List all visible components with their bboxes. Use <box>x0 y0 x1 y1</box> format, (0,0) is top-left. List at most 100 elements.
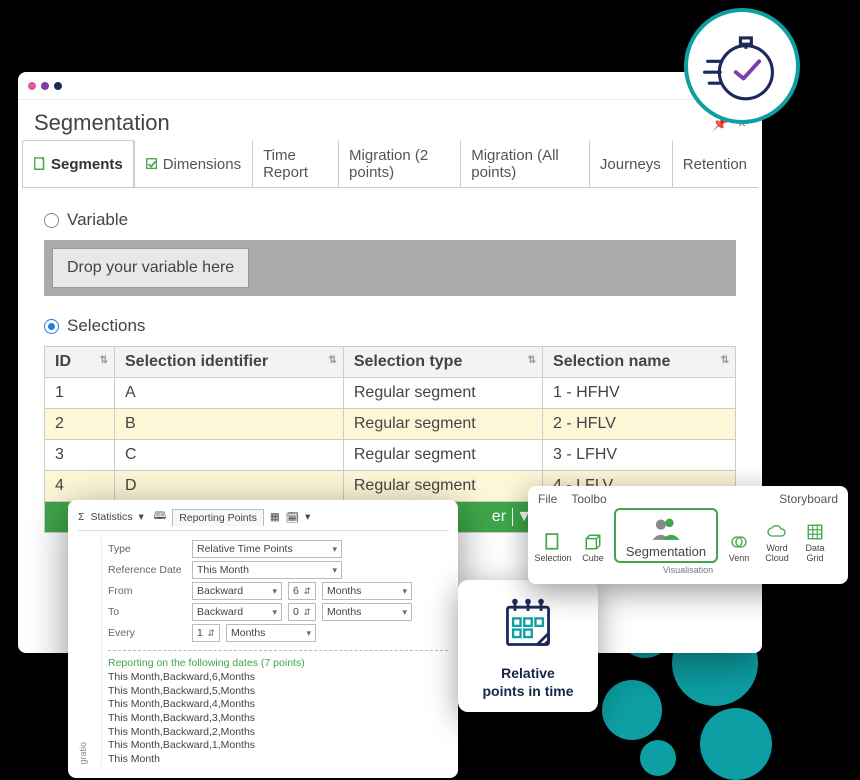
from-unit-select[interactable]: Months▾ <box>322 582 412 600</box>
sort-icon: ⇅ <box>721 355 729 366</box>
window-dot <box>41 82 49 90</box>
reporting-points-tab[interactable]: Reporting Points <box>172 509 264 526</box>
select-value: Months <box>327 585 361 597</box>
ribbon-label: Data Grid <box>800 544 830 563</box>
stopwatch-icon <box>703 27 781 105</box>
table-row[interactable]: 3CRegular segment3 - LFHV <box>45 440 736 471</box>
select-value: This Month <box>197 564 249 576</box>
to-dir-select[interactable]: Backward▾ <box>192 603 282 621</box>
window-dot <box>28 82 36 90</box>
cell-id: 4 <box>45 471 115 502</box>
col-label: Selection name <box>553 353 670 370</box>
grid-icon <box>805 522 825 542</box>
from-n-input[interactable]: 6⇵ <box>288 582 316 600</box>
tab-migration-all[interactable]: Migration (All points) <box>460 140 589 187</box>
field-label: Every <box>108 627 186 639</box>
ribbon-label: Segmentation <box>626 544 706 559</box>
report-dates-list: This Month,Backward,6,Months This Month,B… <box>108 671 448 766</box>
cell-id: 2 <box>45 409 115 440</box>
tab-label: Segments <box>51 156 123 173</box>
ribbon-label: Cube <box>582 554 604 563</box>
sort-icon: ⇅ <box>528 355 536 366</box>
calendar-icon[interactable]: 🗓 <box>286 511 299 524</box>
report-date-item: This Month,Backward,6,Months <box>108 671 448 685</box>
ribbon-item-selection[interactable]: Selection <box>534 532 572 563</box>
reporting-points-panel: Σ Statistics ▾ 🕮 Reporting Points ▦ 🗓 ▾ … <box>68 500 458 778</box>
chevron-down-icon: ▾ <box>139 511 144 523</box>
field-label: To <box>108 606 186 618</box>
venn-icon <box>729 532 749 552</box>
table-row[interactable]: 2BRegular segment2 - HFLV <box>45 409 736 440</box>
select-value: Months <box>327 606 361 618</box>
ribbon-tab-storyboard[interactable]: Storyboard <box>779 492 838 506</box>
ribbon-tab-toolbox[interactable]: Toolbo <box>571 492 606 506</box>
radio-icon <box>44 319 59 334</box>
sort-icon: ⇅ <box>328 355 336 366</box>
cube-icon <box>583 532 603 552</box>
tab-label: Migration (2 points) <box>349 147 449 181</box>
every-n-input[interactable]: 1⇵ <box>192 624 220 642</box>
calendar-points-icon <box>500 596 556 652</box>
tab-journeys[interactable]: Journeys <box>589 140 672 187</box>
radio-selections[interactable]: Selections <box>44 316 736 336</box>
to-unit-select[interactable]: Months▾ <box>322 603 412 621</box>
input-value: 0 <box>293 606 299 618</box>
tab-migration-2[interactable]: Migration (2 points) <box>338 140 460 187</box>
report-list-heading: Reporting on the following dates (7 poin… <box>108 650 448 669</box>
tab-segments[interactable]: Segments <box>22 140 134 187</box>
segmentation-icon <box>649 514 683 542</box>
sort-icon: ⇅ <box>100 355 108 366</box>
ribbon-item-wordcloud[interactable]: Word Cloud <box>760 522 794 563</box>
cell-type: Regular segment <box>343 471 542 502</box>
ribbon-item-cube[interactable]: Cube <box>578 532 608 563</box>
type-select[interactable]: Relative Time Points▾ <box>192 540 342 558</box>
radio-label: Variable <box>67 210 128 230</box>
card-title-line: Relative <box>501 665 555 681</box>
col-label: Selection identifier <box>125 353 268 370</box>
from-dir-select[interactable]: Backward▾ <box>192 582 282 600</box>
ribbon-item-datagrid[interactable]: Data Grid <box>800 522 830 563</box>
ribbon-item-segmentation[interactable]: Segmentation <box>614 508 718 563</box>
col-ident[interactable]: Selection identifier ⇅ <box>115 347 344 378</box>
cell-type: Regular segment <box>343 409 542 440</box>
report-date-item: This Month <box>108 753 448 767</box>
ribbon-label: Venn <box>729 554 750 563</box>
report-date-item: This Month,Backward,2,Months <box>108 726 448 740</box>
refdate-select[interactable]: This Month▾ <box>192 561 342 579</box>
select-value: Months <box>231 627 265 639</box>
tab-label: Journeys <box>600 156 661 173</box>
col-label: Selection type <box>354 353 462 370</box>
table-row[interactable]: 1ARegular segment1 - HFHV <box>45 378 736 409</box>
col-type[interactable]: Selection type ⇅ <box>343 347 542 378</box>
tab-label: Migration (All points) <box>471 147 578 181</box>
tab-time-report[interactable]: Time Report <box>252 140 338 187</box>
cloud-icon <box>767 522 787 542</box>
cell-ident: A <box>115 378 344 409</box>
radio-label: Selections <box>67 316 145 336</box>
col-id[interactable]: ID⇅ <box>45 347 115 378</box>
stats-label[interactable]: Statistics <box>91 511 133 523</box>
variable-dropzone[interactable]: Drop your variable here <box>52 248 249 288</box>
card-title-line: points in time <box>483 683 574 699</box>
select-value: Relative Time Points <box>197 543 293 555</box>
select-value: Backward <box>197 606 243 618</box>
cell-ident: C <box>115 440 344 471</box>
cell-name: 1 - HFHV <box>543 378 736 409</box>
report-date-item: This Month,Backward,1,Months <box>108 739 448 753</box>
every-unit-select[interactable]: Months▾ <box>226 624 316 642</box>
cell-name: 3 - LFHV <box>543 440 736 471</box>
col-name[interactable]: Selection name ⇅ <box>543 347 736 378</box>
tab-retention[interactable]: Retention <box>672 140 758 187</box>
ribbon-label: Word Cloud <box>760 544 794 563</box>
ribbon-item-venn[interactable]: Venn <box>724 532 754 563</box>
tab-dimensions[interactable]: Dimensions <box>134 140 252 187</box>
window-dot <box>54 82 62 90</box>
cell-type: Regular segment <box>343 378 542 409</box>
window-titlebar <box>18 72 762 100</box>
chevron-down-icon: ▾ <box>305 511 310 523</box>
to-n-input[interactable]: 0⇵ <box>288 603 316 621</box>
grid-icon[interactable]: ▦ <box>270 511 280 523</box>
radio-variable[interactable]: Variable <box>44 210 736 230</box>
ribbon-tab-file[interactable]: File <box>538 492 557 506</box>
radio-icon <box>44 213 59 228</box>
